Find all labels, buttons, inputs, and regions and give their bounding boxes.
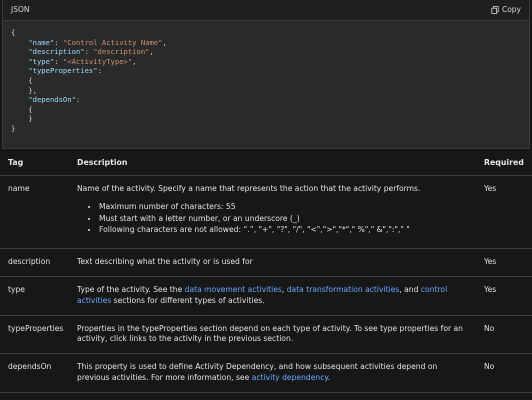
properties-table: Tag Description Required name Name of th… bbox=[0, 151, 532, 393]
code-language-label: JSON bbox=[11, 4, 30, 14]
description-cell: Text describing what the activity or is … bbox=[69, 248, 476, 278]
required-cell: Yes bbox=[476, 248, 532, 278]
required-cell: Yes bbox=[476, 276, 532, 316]
code-line: "description": "description", bbox=[28, 47, 154, 57]
tag-cell: typeProperties bbox=[0, 315, 69, 355]
separator-text: , and bbox=[399, 285, 421, 295]
code-block: JSON Copy { "name": "Control Activity Na… bbox=[2, 0, 530, 149]
tag-cell: dependsOn bbox=[0, 353, 69, 393]
table-row-typeproperties: typeProperties Properties in the typePro… bbox=[0, 315, 532, 355]
data-transformation-activities-link[interactable]: data transformation activities bbox=[287, 285, 400, 294]
code-line: { bbox=[11, 75, 33, 85]
required-cell: No bbox=[476, 353, 532, 393]
list-item: Must start with a letter number, or an u… bbox=[99, 214, 468, 224]
data-movement-activities-link[interactable]: data movement activities bbox=[185, 285, 282, 294]
table-header-row: Tag Description Required bbox=[0, 151, 532, 176]
list-item: Following characters are not allowed: “.… bbox=[99, 225, 468, 235]
description-text: Name of the activity. Specify a name tha… bbox=[77, 184, 421, 193]
tag-cell: name bbox=[0, 175, 69, 249]
header-required: Required bbox=[476, 151, 532, 176]
description-cell: Properties in the typeProperties section… bbox=[69, 315, 476, 355]
code-line: }, bbox=[11, 85, 37, 95]
table-row-dependson: dependsOn This property is used to defin… bbox=[0, 353, 532, 393]
code-line: "name": "Control Activity Name", bbox=[28, 37, 167, 47]
list-item: Maximum number of characters: 55 bbox=[99, 202, 468, 212]
code-line: } bbox=[11, 123, 16, 133]
code-line: "dependsOn": bbox=[28, 95, 81, 105]
description-cell: Type of the activity. See the data movem… bbox=[69, 276, 476, 316]
header-description: Description bbox=[69, 151, 476, 176]
code-line: { bbox=[11, 28, 16, 37]
table-row-type: type Type of the activity. See the data … bbox=[0, 276, 532, 316]
activity-dependency-link[interactable]: activity dependency bbox=[252, 373, 328, 382]
copy-icon bbox=[491, 6, 499, 14]
name-rules-list: Maximum number of characters: 55 Must st… bbox=[77, 202, 468, 235]
tag-cell: type bbox=[0, 276, 69, 316]
code-line: } bbox=[11, 114, 33, 124]
description-cell: This property is used to define Activity… bbox=[69, 353, 476, 393]
code-line: { bbox=[11, 104, 33, 114]
header-tag: Tag bbox=[0, 151, 69, 176]
description-cell: Name of the activity. Specify a name tha… bbox=[69, 175, 476, 249]
tag-cell: description bbox=[0, 248, 69, 278]
table-row-name: name Name of the activity. Specify a nam… bbox=[0, 175, 532, 249]
table-row-description: description Text describing what the act… bbox=[0, 248, 532, 278]
required-cell: No bbox=[476, 315, 532, 355]
code-line: "typeProperties": bbox=[28, 66, 102, 76]
description-text: sections for different types of activiti… bbox=[111, 295, 265, 305]
code-line: "type": "<ActivityType>", bbox=[28, 56, 137, 66]
copy-label: Copy bbox=[501, 4, 521, 14]
description-text: Type of the activity. See the bbox=[77, 285, 185, 295]
code-block-header: JSON Copy bbox=[3, 0, 529, 21]
required-cell: Yes bbox=[476, 175, 532, 249]
code-content: { "name": "Control Activity Name", "desc… bbox=[3, 21, 529, 148]
copy-button[interactable]: Copy bbox=[491, 5, 521, 15]
description-text: . bbox=[327, 372, 331, 382]
